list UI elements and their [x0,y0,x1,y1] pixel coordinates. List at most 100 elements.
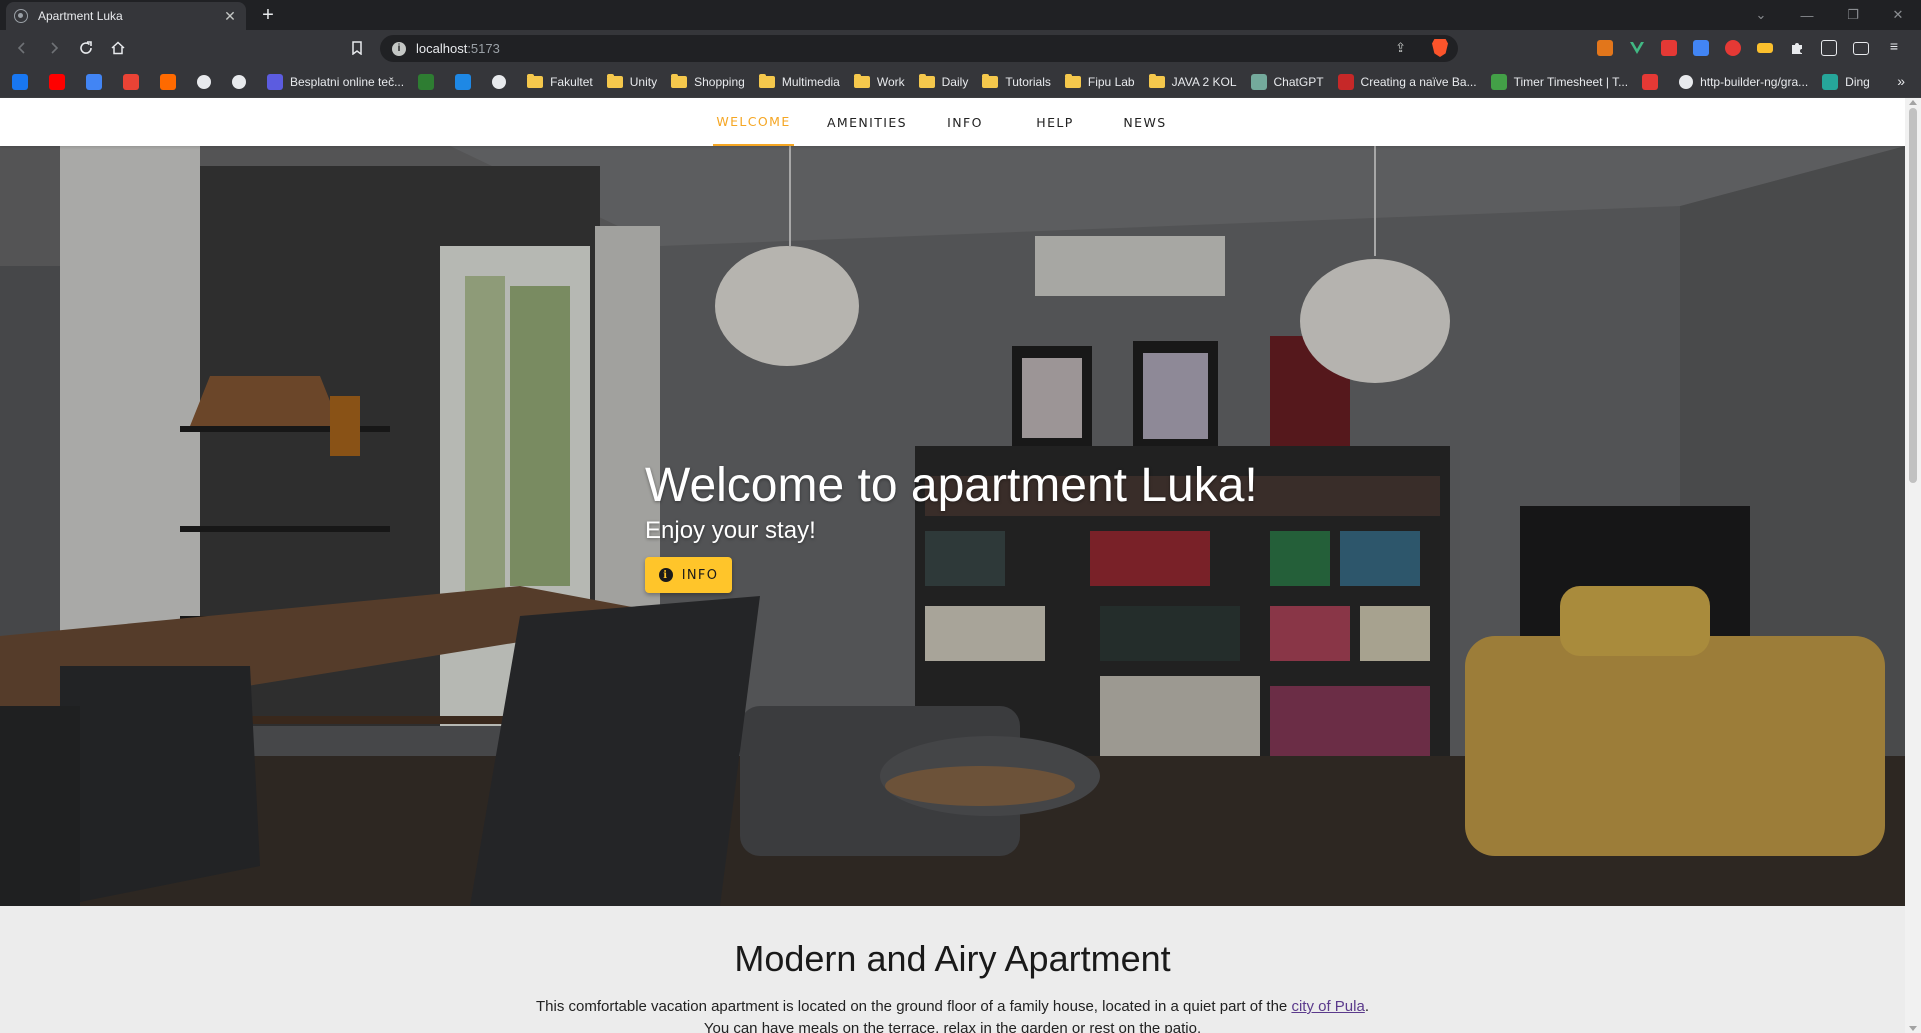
tab-search-icon[interactable]: ⌄ [1738,0,1784,30]
restore-button[interactable]: ❐ [1830,0,1876,30]
site-nav: WELCOME AMENITIES INFO HELP NEWS [0,98,1905,146]
nav-tab-welcome[interactable]: WELCOME [713,98,794,146]
about-section: Modern and Airy Apartment This comfortab… [0,906,1905,1033]
bookmark-item[interactable]: Fipu Lab [1064,73,1135,89]
close-window-button[interactable]: ✕ [1875,0,1921,30]
scroll-down-icon[interactable] [1909,1026,1917,1031]
browser-tab[interactable]: Apartment Luka ✕ [6,2,246,30]
brave-shields-icon[interactable] [1432,39,1448,57]
ding-icon [1822,73,1839,90]
reload-icon[interactable] [74,36,98,60]
info-button[interactable]: i INFO [645,557,732,593]
bookmark-label: Shopping [694,74,745,89]
bookmark-item[interactable] [1642,73,1665,90]
browser-toolbar: i localhost:5173 ⇪ ≡ [0,30,1921,66]
translate-icon[interactable] [1693,40,1709,56]
bookmarks-overflow-icon[interactable]: » [1897,73,1905,89]
bookmark-item[interactable] [232,74,253,89]
vue-icon[interactable] [1629,40,1645,56]
bookmark-item[interactable] [418,73,441,90]
nav-tab-help[interactable]: HELP [1021,98,1089,146]
bookmark-icon[interactable] [345,36,369,60]
close-tab-icon[interactable]: ✕ [222,8,238,25]
bookmark-label: Ding [1845,74,1870,89]
about-text-lead: This comfortable vacation apartment is l… [536,998,1292,1015]
bookmark-item[interactable]: Unity [606,73,658,89]
bookmark-item[interactable]: Work [853,73,905,89]
bookmark-label: Unity [629,74,658,89]
bookmark-label: Multimedia [781,74,840,89]
wallet-icon[interactable] [1853,42,1869,55]
invision-icon [160,73,176,90]
bookmark-item[interactable]: Besplatni online teč... [267,73,405,90]
page-scrollbar[interactable] [1905,98,1921,1033]
nav-tab-news[interactable]: NEWS [1109,98,1181,146]
bookmark-label: Fipu Lab [1087,74,1135,89]
scrollbar-thumb[interactable] [1909,108,1917,483]
menu-icon[interactable]: ≡ [1886,38,1902,54]
metamask-icon[interactable] [1597,40,1613,56]
bookmark-item[interactable]: Daily [918,73,969,89]
back-icon[interactable] [10,36,34,60]
bookmark-item[interactable] [492,74,513,89]
folder-icon [1148,73,1165,88]
share-icon[interactable]: ⇪ [1395,40,1406,56]
bookmark-label: Besplatni online teč... [290,74,405,89]
rocket-icon[interactable] [1725,40,1741,56]
bookmark-item[interactable] [86,73,109,90]
facebook-icon [12,73,28,90]
city-of-pula-link[interactable]: city of Pula [1291,998,1364,1015]
pin-icon [1642,73,1659,90]
site-info-icon[interactable]: i [392,41,406,56]
about-text-second-line: You can have meals on the terrace, relax… [703,1020,1202,1033]
sidebar-icon[interactable] [1821,40,1837,56]
nav-tab-amenities[interactable]: AMENITIES [816,98,918,146]
bookmark-item[interactable]: http-builder-ng/gra... [1679,74,1809,89]
bookmark-item[interactable] [49,73,72,90]
bookmark-item[interactable] [160,73,183,90]
bookmark-label: Daily [941,74,969,89]
bookmark-item[interactable] [123,73,146,90]
nav-tab-info[interactable]: INFO [932,98,998,146]
new-tab-button[interactable]: + [256,3,280,27]
address-bar[interactable]: i localhost:5173 ⇪ [380,35,1458,62]
forward-icon[interactable] [42,36,66,60]
bookmark-item[interactable]: Multimedia [758,73,840,89]
folder-icon [758,73,775,88]
bookmark-label: Fakultet [550,74,593,89]
bookmark-item[interactable] [197,74,218,89]
timer-icon [1490,73,1507,90]
bookmark-label: ChatGPT [1273,74,1324,89]
bookmark-item[interactable]: JAVA 2 KOL [1148,73,1237,89]
pdf-icon[interactable] [1661,40,1677,56]
hero-title: Welcome to apartment Luka! [645,459,1258,512]
minimize-button[interactable]: — [1784,0,1830,30]
bookmark-label: http-builder-ng/gra... [1700,74,1809,89]
folder-icon [982,73,999,88]
bookmark-item[interactable] [12,73,35,90]
info-icon: i [658,568,673,582]
bookmark-label: Creating a naïve Ba... [1360,74,1477,89]
keyboard-icon[interactable] [1757,43,1773,53]
chatgpt-icon [1250,73,1267,90]
hero-subtitle: Enjoy your stay! [645,517,816,544]
bookmark-item[interactable]: Creating a naïve Ba... [1337,73,1477,90]
bookmark-item[interactable]: Timer Timesheet | T... [1490,73,1628,90]
bookmark-item[interactable]: ChatGPT [1250,73,1324,90]
home-icon[interactable] [106,36,130,60]
bookmark-item[interactable]: Ding [1822,73,1870,90]
bookmark-item[interactable]: Fakultet [527,73,593,89]
about-text-end: . [1364,998,1369,1015]
globe-icon [14,9,28,23]
puzzle-icon[interactable] [1789,40,1805,56]
bookmark-item[interactable] [455,73,478,90]
terminal-icon [232,74,246,89]
url-host: localhost [416,41,468,56]
bookmark-item[interactable]: Tutorials [982,73,1051,89]
folder-icon [853,73,870,88]
info-button-label: INFO [681,567,719,583]
youtube-icon [49,73,65,90]
bookmark-label: Work [876,74,905,89]
scroll-up-icon[interactable] [1909,100,1917,105]
bookmark-item[interactable]: Shopping [671,73,745,89]
